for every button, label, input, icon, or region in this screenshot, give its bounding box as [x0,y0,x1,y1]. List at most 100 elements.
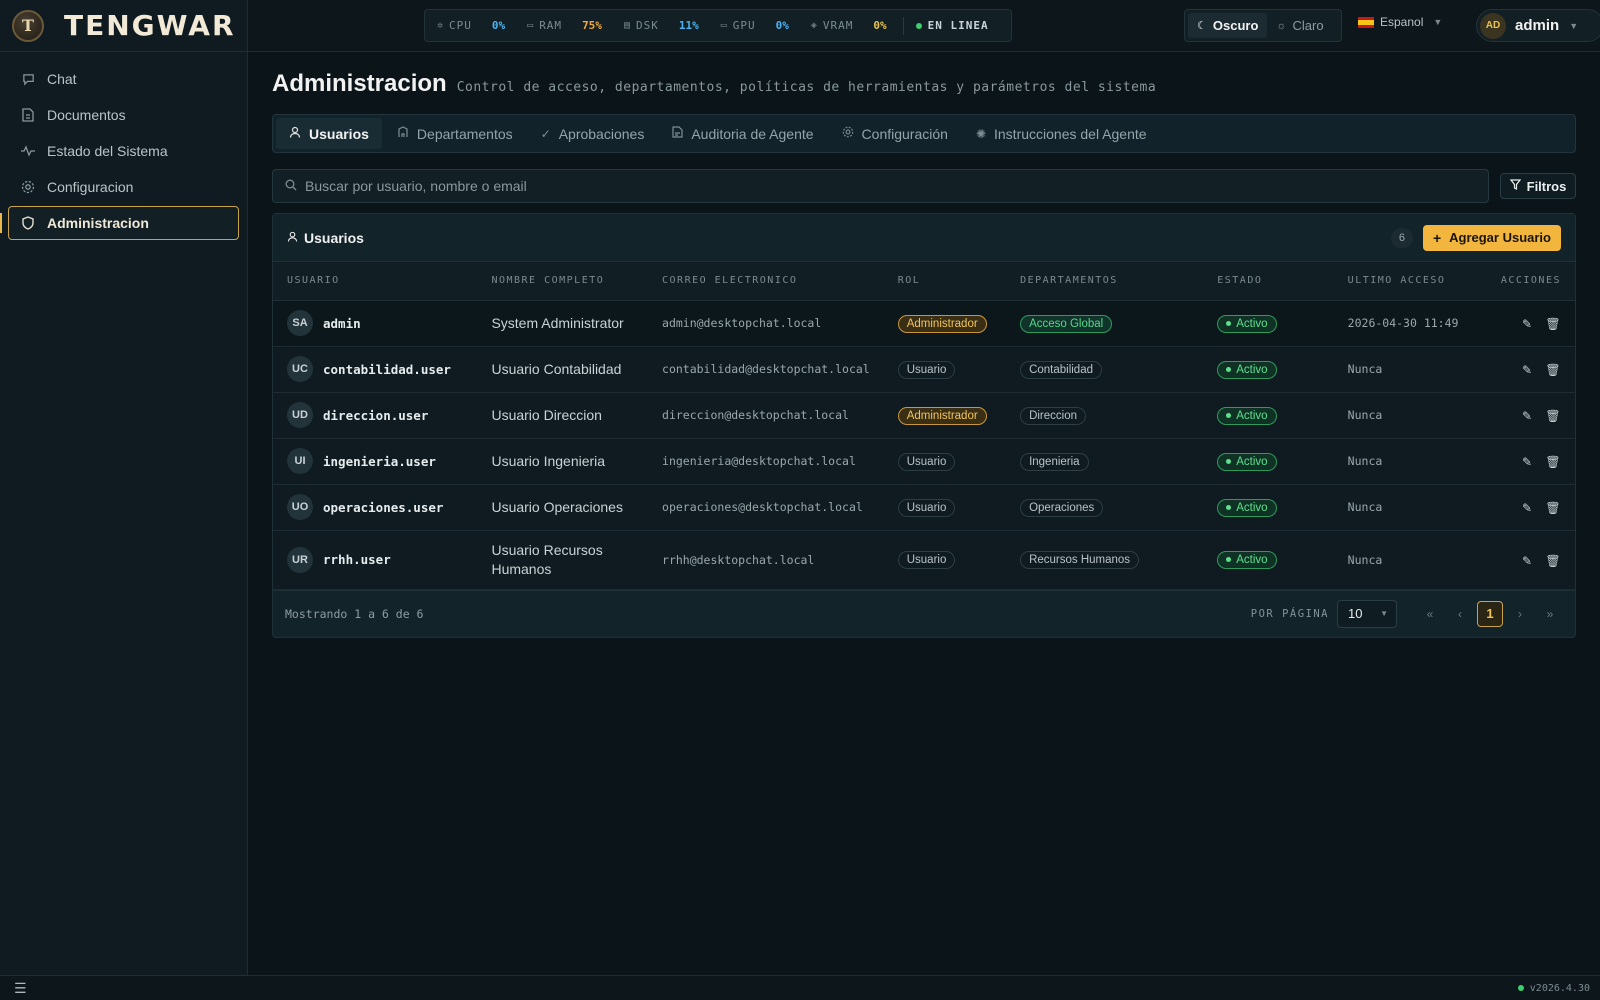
filters-button[interactable]: Filtros [1500,173,1576,199]
trash-icon[interactable]: 🗑 [1545,455,1561,469]
username: ingenieria.user [323,453,436,469]
tab-instrucciones[interactable]: ✺ Instrucciones del Agente [963,118,1160,149]
user-cell: UR rrhh.user [287,546,463,573]
sidebar-item-chat[interactable]: Chat [8,62,239,96]
version-info: v2026.4.30 [1517,982,1590,994]
menu-icon[interactable]: ☰ [14,980,27,997]
trash-icon[interactable]: 🗑 [1545,409,1561,423]
column-header[interactable]: NOMBRE COMPLETO [477,262,649,301]
search-input[interactable] [305,178,1488,194]
table-row[interactable]: UC contabilidad.user Usuario Contabilidad… [273,346,1575,392]
first-page-icon[interactable]: « [1417,601,1443,627]
prev-page-icon[interactable]: ‹ [1447,601,1473,627]
column-header[interactable]: ULTIMO ACCESO [1333,262,1487,301]
column-header[interactable]: ROL [883,262,1007,301]
per-page-value: 10 [1348,606,1363,621]
status-badge: Activo [1217,406,1277,425]
column-header[interactable]: DEPARTAMENTOS [1006,262,1204,301]
tab-label: Instrucciones del Agente [994,125,1147,142]
table-row[interactable]: UO operaciones.user Usuario Operaciones o… [273,484,1575,530]
chat-icon [21,72,35,86]
stat-value: 11% [678,19,699,32]
row-actions: ✎ 🗑 [1487,484,1575,530]
version-label: v2026.4.30 [1529,982,1590,994]
next-page-icon[interactable]: › [1507,601,1533,627]
department-badge: Acceso Global [1020,314,1113,333]
stat-ram: ▭ RAM 75% [527,19,602,32]
user-name: admin [1515,17,1560,34]
table-row[interactable]: UI ingenieria.user Usuario Ingenieria ing… [273,438,1575,484]
add-user-button[interactable]: + Agregar Usuario [1422,224,1561,251]
full-name: System Administrator [491,314,624,331]
column-header[interactable]: USUARIO [273,262,478,301]
page-number-button[interactable]: 1 [1477,600,1503,627]
layers-icon: ◈ [810,20,817,31]
email: direccion@desktopchat.local [662,408,849,422]
trash-icon[interactable]: 🗑 [1545,363,1561,377]
sidebar-item-configuracion[interactable]: Configuracion [8,170,239,204]
row-actions: ✎ 🗑 [1487,300,1575,346]
sidebar-item-label: Administracion [47,215,149,231]
per-page-select[interactable]: 10 ▼ [1337,599,1397,628]
role-badge: Usuario [897,360,956,379]
stat-gpu: ▭ GPU 0% [721,19,789,32]
trash-icon[interactable]: 🗑 [1545,317,1561,331]
edit-icon[interactable]: ✎ [1519,317,1535,331]
status-badge: Activo [1217,452,1277,471]
audit-icon [672,126,683,141]
sidebar-item-administracion[interactable]: Administracion [0,206,239,240]
gpu-icon: ▭ [720,20,727,31]
trash-icon[interactable]: 🗑 [1545,501,1561,515]
pagination: « ‹ 1 › » [1413,600,1563,627]
status-badge: Activo [1217,498,1277,517]
row-actions: ✎ 🗑 [1487,346,1575,392]
role-badge: Administrador [897,314,987,333]
column-header[interactable]: CORREO ELECTRONICO [648,262,884,301]
tab-configuracion[interactable]: Configuración [829,118,961,149]
plus-icon: + [1432,229,1442,246]
edit-icon[interactable]: ✎ [1519,501,1535,515]
table-row[interactable]: SA admin System Administrator admin@deskt… [273,300,1575,346]
last-access: 2026-04-30 11:49 [1347,316,1459,330]
sidebar-item-label: Chat [47,71,77,87]
user-menu[interactable]: AD admin ▼ [1476,9,1600,42]
search-box [272,169,1489,203]
tab-usuarios[interactable]: Usuarios [276,118,382,149]
last-access: Nunca [1347,408,1383,422]
filters-label: Filtros [1526,178,1567,194]
users-card-title-label: Usuarios [304,229,364,246]
column-header[interactable]: ESTADO [1203,262,1334,301]
stat-value: 75% [582,19,602,32]
department-badge: Direccion [1020,406,1086,425]
sidebar-item-estado[interactable]: Estado del Sistema [8,134,239,168]
document-icon [21,108,35,122]
tab-departamentos[interactable]: Departamentos [384,118,526,149]
tab-auditoria[interactable]: Auditoria de Agente [659,118,826,149]
cpu-icon: ✲ [437,20,444,31]
check-icon: ✓ [540,126,551,141]
edit-icon[interactable]: ✎ [1519,363,1535,377]
sun-icon: ☼ [1276,19,1287,32]
language-select[interactable]: Espanol ▼ [1358,15,1442,29]
divider [902,16,904,35]
last-page-icon[interactable]: » [1537,601,1563,627]
avatar: SA [287,310,313,336]
trash-icon[interactable]: 🗑 [1545,554,1561,568]
logo[interactable]: T [12,9,44,42]
theme-light-button[interactable]: ☼ Claro [1267,13,1332,38]
row-actions: ✎ 🗑 [1487,438,1575,484]
main-content: Administracion Control de acceso, depart… [272,52,1576,638]
sidebar-item-label: Documentos [47,107,126,123]
edit-icon[interactable]: ✎ [1519,554,1535,568]
edit-icon[interactable]: ✎ [1519,455,1535,469]
tab-label: Configuración [861,125,948,142]
edit-icon[interactable]: ✎ [1519,409,1535,423]
table-row[interactable]: UR rrhh.user Usuario Recursos Humanos rrh… [273,530,1575,589]
page-title: Administracion [272,70,447,97]
table-row[interactable]: UD direccion.user Usuario Direccion direc… [273,392,1575,438]
online-status: EN LINEA [915,19,989,32]
theme-dark-button[interactable]: ☾ Oscuro [1188,13,1268,38]
tab-aprobaciones[interactable]: ✓ Aprobaciones [528,118,658,149]
sidebar-item-documentos[interactable]: Documentos [8,98,239,132]
email: admin@desktopchat.local [662,316,822,330]
